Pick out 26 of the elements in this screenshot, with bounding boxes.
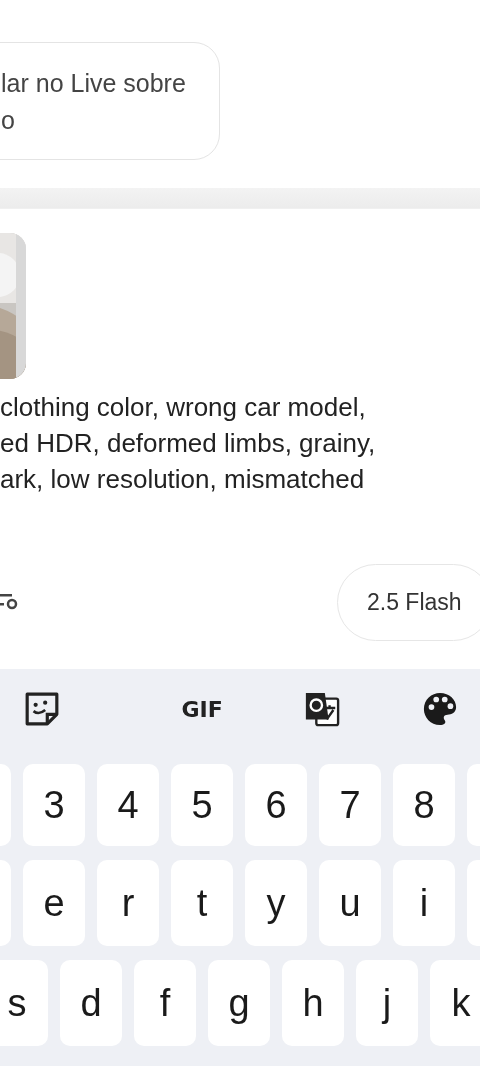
keyboard-key[interactable]: i [393, 860, 455, 946]
model-selector-button[interactable]: 2.5 Flash [337, 564, 480, 641]
keyboard-key[interactable]: 4 [97, 764, 159, 846]
palette-icon[interactable] [421, 691, 458, 727]
keyboard-key[interactable]: 5 [171, 764, 233, 846]
keyboard-key[interactable]: r [97, 860, 159, 946]
translate-icon[interactable] [304, 691, 341, 727]
keyboard-key[interactable]: h [282, 960, 344, 1046]
keyboard-key[interactable]: 3 [23, 764, 85, 846]
gif-button[interactable]: GIF [181, 696, 223, 722]
keyboard-key[interactable]: e [23, 860, 85, 946]
prompt-text[interactable]: clothing color, wrong car model, ed HDR, deformed limbs, grainy, ark, low resolution, mismatched [0, 389, 480, 497]
keyboard-key[interactable]: y [245, 860, 307, 946]
keyboard-key[interactable]: g [208, 960, 270, 1046]
keyboard-key[interactable]: j [356, 960, 418, 1046]
sticker-icon[interactable] [24, 691, 60, 727]
keyboard-key[interactable]: d [60, 960, 122, 1046]
keyboard-key[interactable]: t [171, 860, 233, 946]
keyboard-key[interactable]: u [319, 860, 381, 946]
keyboard-key[interactable]: k [430, 960, 480, 1046]
keyboard-key[interactable]: 8 [393, 764, 455, 846]
keyboard-key[interactable]: 7 [319, 764, 381, 846]
chat-bubble: lar no Live sobre o [0, 42, 220, 160]
keyboard-key[interactable]: f [134, 960, 196, 1046]
keyboard-key[interactable]: 6 [245, 764, 307, 846]
keyboard-key[interactable]: s [0, 960, 48, 1046]
